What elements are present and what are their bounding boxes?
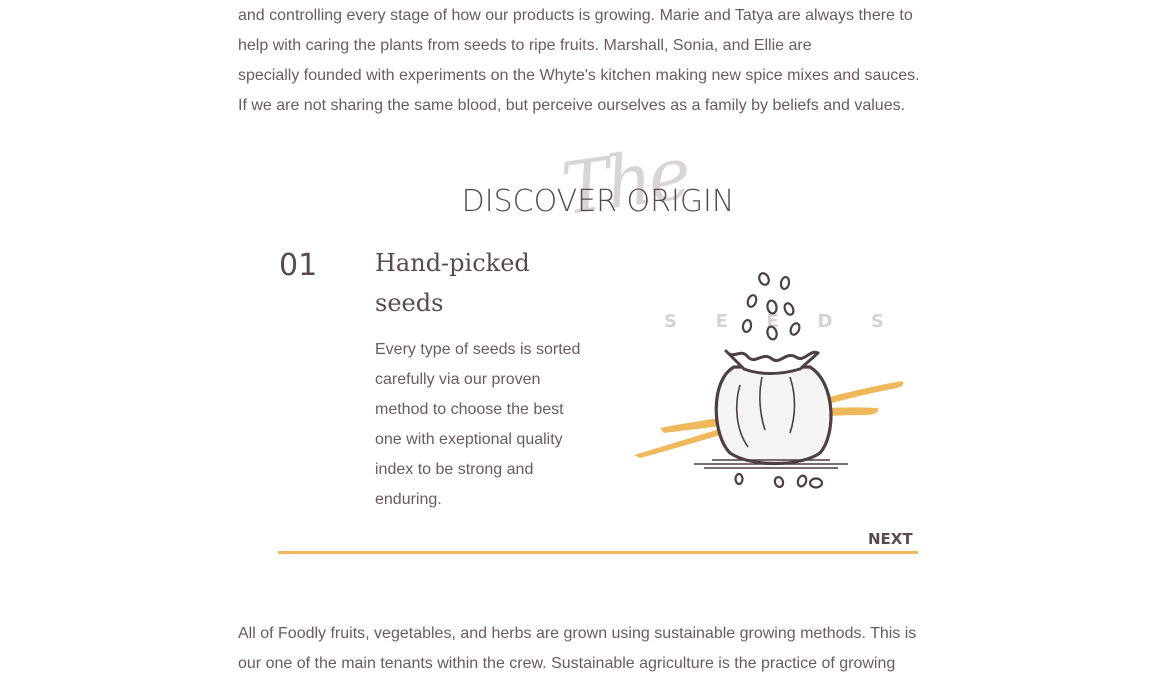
- step-title: Hand-picked seeds: [375, 243, 615, 323]
- section-title: DISCOVER ORIGIN: [461, 184, 735, 219]
- step-description-line: one with exeptional quality: [375, 431, 563, 448]
- step-description-line: index to be strong and: [375, 461, 534, 478]
- slider-progress-fill: [278, 551, 918, 554]
- step-description-line: enduring.: [375, 491, 442, 508]
- step-title-line: Hand-picked: [375, 249, 530, 277]
- intro-paragraph: and controlling every stage of how our p…: [238, 1, 958, 121]
- intro-line: specially founded with experiments on th…: [238, 67, 920, 84]
- step-description-line: Every type of seeds is sorted: [375, 341, 581, 358]
- intro-line: help with caring the plants from seeds t…: [238, 37, 812, 54]
- intro-line: If we are not sharing the same blood, bu…: [238, 97, 906, 114]
- slider-progress-bar: [278, 551, 918, 554]
- step-description-line: carefully via our proven: [375, 371, 541, 388]
- step-title-line: seeds: [375, 289, 444, 317]
- intro-line: and controlling every stage of how our p…: [238, 7, 913, 24]
- seed-bag-icon: [634, 272, 904, 489]
- step-number: 01: [279, 248, 318, 283]
- outro-line: our one of the main tenants within the c…: [238, 655, 896, 672]
- step-description-line: method to choose the best: [375, 401, 564, 418]
- step-description: Every type of seeds is sorted carefully …: [375, 335, 600, 515]
- next-button[interactable]: NEXT: [868, 528, 913, 550]
- outro-paragraph: All of Foodly fruits, vegetables, and he…: [238, 619, 958, 679]
- outro-line: All of Foodly fruits, vegetables, and he…: [238, 625, 917, 642]
